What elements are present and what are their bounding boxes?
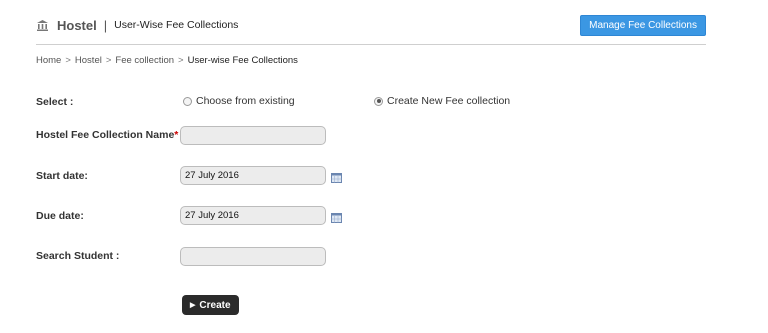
due-date-input[interactable] bbox=[180, 206, 326, 225]
calendar-icon[interactable] bbox=[331, 210, 342, 223]
start-date-input[interactable] bbox=[180, 166, 326, 185]
breadcrumb-hostel[interactable]: Hostel bbox=[75, 55, 102, 66]
breadcrumb-current: User-wise Fee Collections bbox=[187, 55, 298, 66]
page-header: Hostel | User-Wise Fee Collections Manag… bbox=[36, 14, 706, 36]
radio-choose-existing[interactable] bbox=[183, 96, 192, 106]
option-create-new-label: Create New Fee collection bbox=[387, 95, 511, 107]
breadcrumb-home[interactable]: Home bbox=[36, 55, 61, 66]
breadcrumb-separator: > bbox=[105, 55, 112, 66]
play-icon: ▶ bbox=[190, 302, 196, 309]
option-choose-existing-label: Choose from existing bbox=[196, 95, 295, 107]
breadcrumb-separator: > bbox=[178, 55, 184, 66]
create-button-label: Create bbox=[199, 299, 231, 311]
page-title: Hostel bbox=[57, 17, 97, 33]
manage-fee-collections-button[interactable]: Manage Fee Collections bbox=[580, 15, 706, 36]
search-student-input[interactable] bbox=[180, 247, 326, 266]
create-button[interactable]: ▶ Create bbox=[182, 295, 239, 315]
breadcrumb-separator: > bbox=[65, 55, 71, 66]
title-separator: | bbox=[103, 17, 108, 33]
due-date-label: Due date: bbox=[36, 210, 84, 222]
search-student-label: Search Student : bbox=[36, 250, 120, 262]
option-choose-existing[interactable]: Choose from existing bbox=[183, 95, 295, 107]
start-date-label: Start date: bbox=[36, 170, 88, 182]
collection-name-label: Hostel Fee Collection Name* : bbox=[36, 129, 185, 141]
collection-name-label-text: Hostel Fee Collection Name bbox=[36, 129, 175, 141]
breadcrumb-fee-collection[interactable]: Fee collection bbox=[115, 55, 174, 66]
page-subtitle: User-Wise Fee Collections bbox=[114, 19, 239, 31]
option-create-new[interactable]: Create New Fee collection bbox=[374, 95, 510, 107]
radio-create-new[interactable] bbox=[374, 96, 383, 106]
header-divider bbox=[36, 44, 706, 45]
breadcrumb: Home > Hostel > Fee collection > User-wise Fee… bbox=[36, 55, 298, 66]
calendar-icon[interactable] bbox=[331, 170, 342, 183]
select-label: Select : bbox=[36, 96, 74, 108]
collection-name-input[interactable] bbox=[180, 126, 326, 145]
building-icon bbox=[36, 19, 49, 32]
